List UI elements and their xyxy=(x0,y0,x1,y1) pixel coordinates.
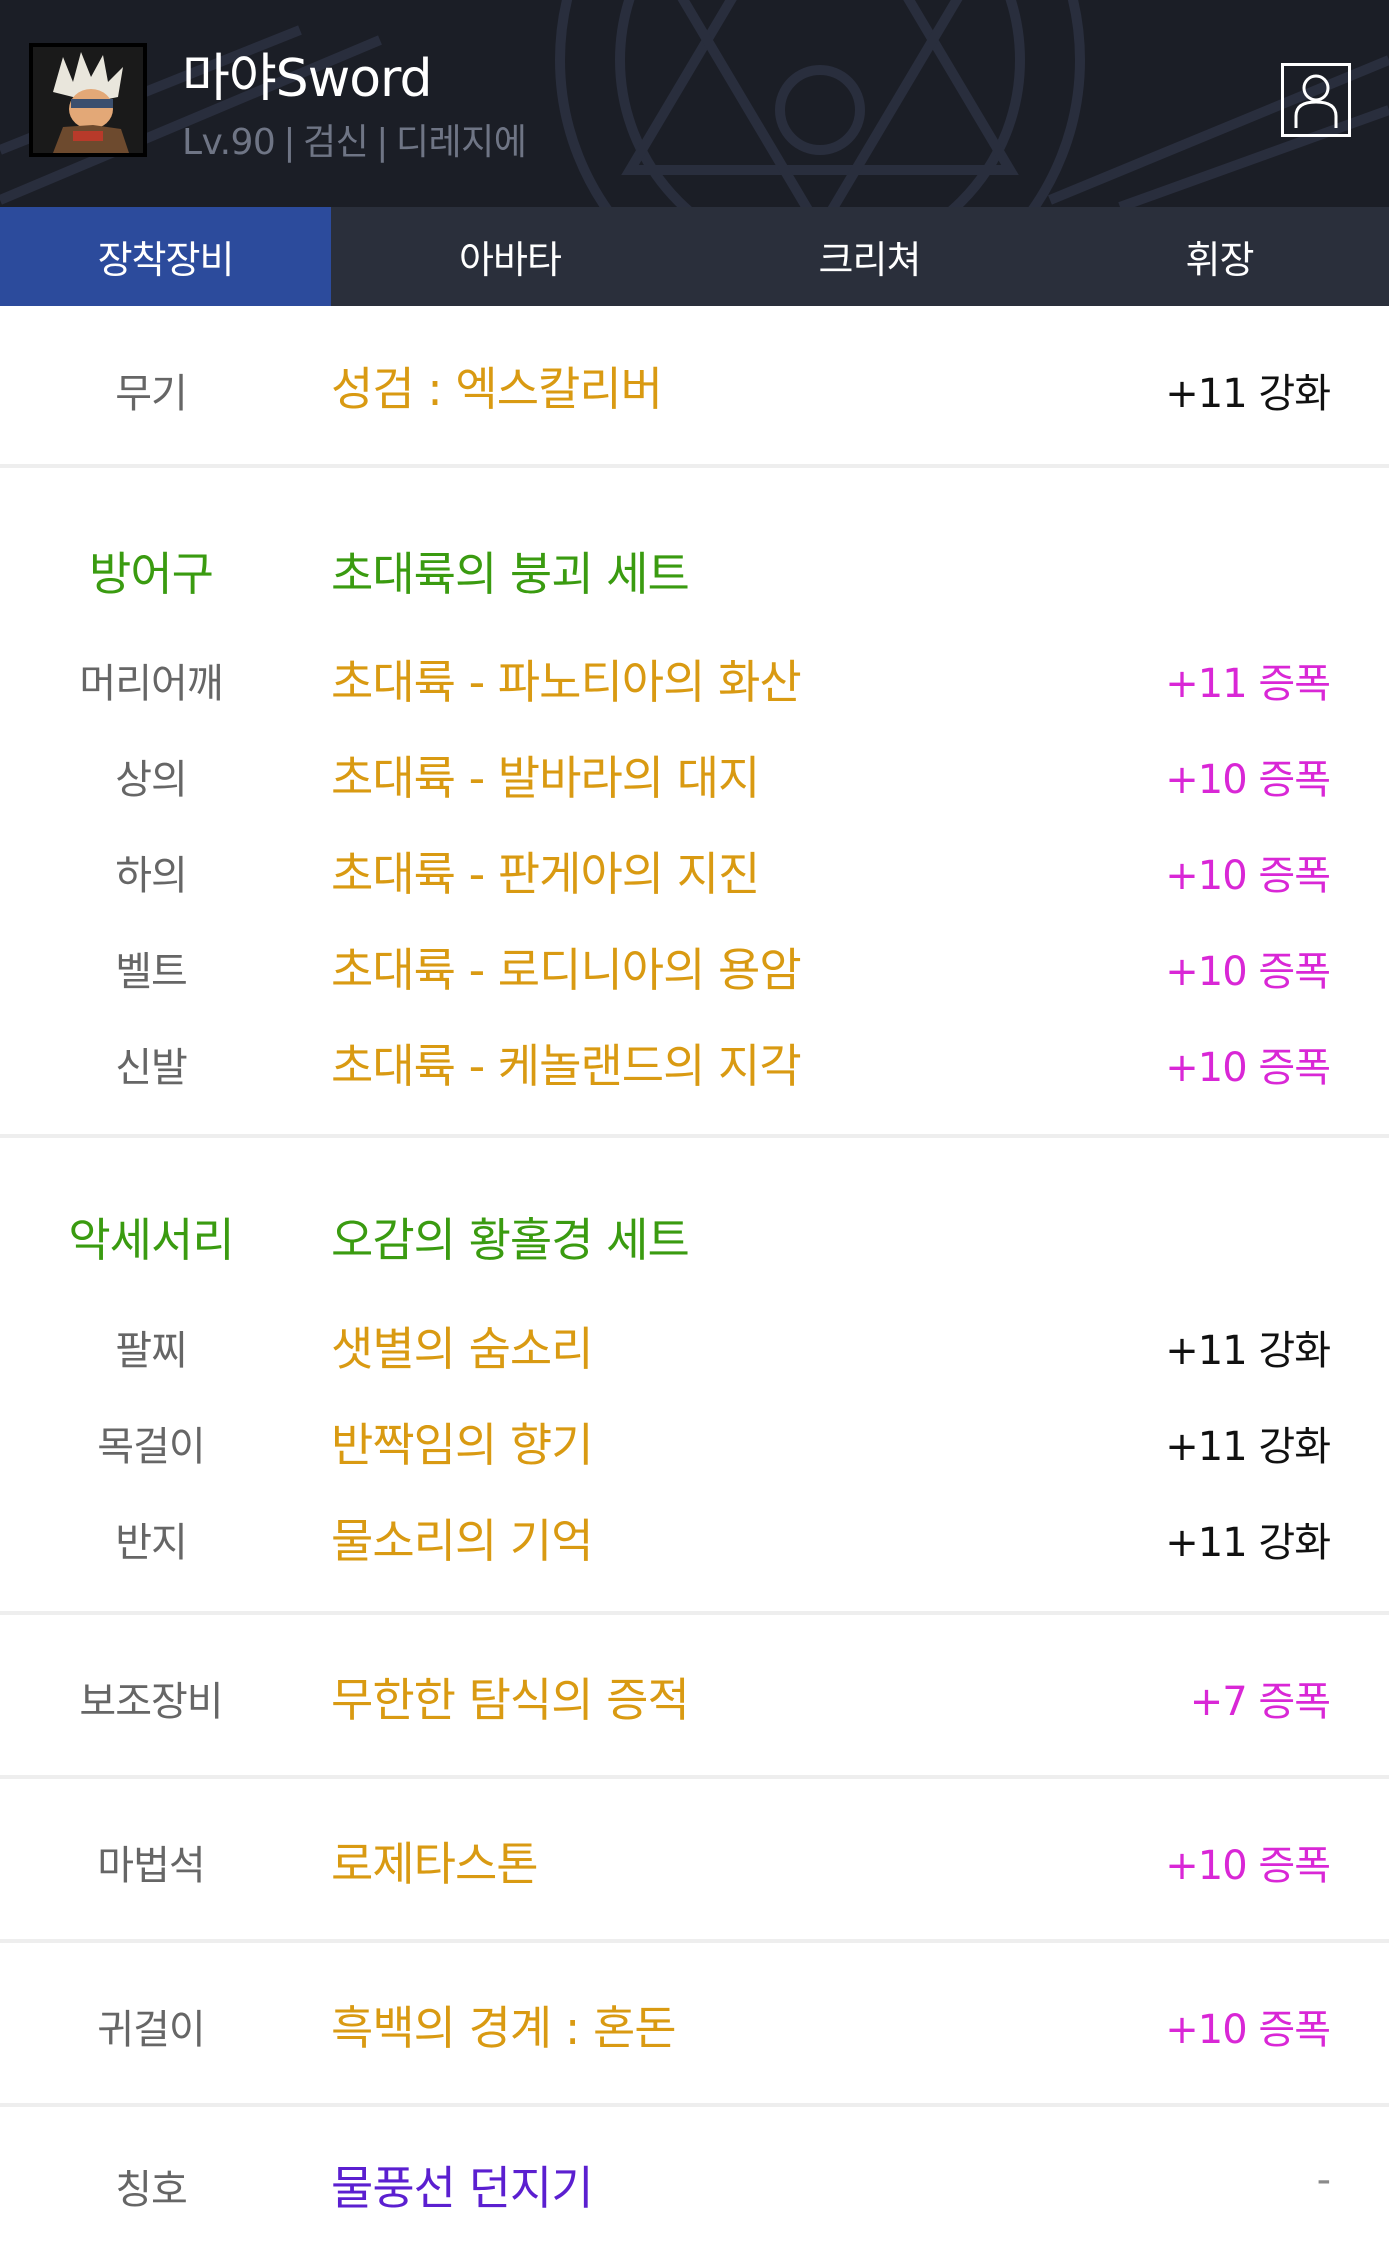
earring-section: 귀걸이 흑백의 경계 : 혼돈 +10 증폭 xyxy=(0,1943,1389,2107)
slot-label: 벨트 xyxy=(115,949,188,995)
enhance-level: +10 증폭 xyxy=(1165,853,1331,899)
item-name: 흑백의 경계 : 혼돈 xyxy=(331,2001,677,2055)
profile-button[interactable] xyxy=(1281,63,1351,137)
set-name: 오감의 황홀경 세트 xyxy=(331,1213,690,1267)
enhance-level: +11 강화 xyxy=(1165,371,1331,417)
character-job: 검신 xyxy=(302,122,369,163)
set-name: 초대륙의 붕괴 세트 xyxy=(331,547,690,601)
equipment-row[interactable]: 팔찌 샛별의 숨소리 +11 강화 xyxy=(0,1298,1389,1394)
enhance-level: +10 증폭 xyxy=(1165,2007,1331,2053)
slot-label: 상의 xyxy=(115,757,188,803)
slot-label: 보조장비 xyxy=(79,1679,223,1725)
item-name: 초대륙 - 판게아의 지진 xyxy=(331,847,760,901)
equipment-row[interactable]: 칭호 물풍선 던지기 - xyxy=(0,2137,1389,2233)
enhance-level: +11 강화 xyxy=(1165,1520,1331,1566)
set-header-row: 악세서리 오감의 황홀경 세트 xyxy=(0,1190,1389,1286)
character-meta: Lv.90 | 검신 | 디레지에 xyxy=(182,113,527,165)
equipment-row[interactable]: 귀걸이 흑백의 경계 : 혼돈 +10 증폭 xyxy=(0,1977,1389,2073)
enhance-level: +10 증폭 xyxy=(1165,1045,1331,1091)
set-header-row: 방어구 초대륙의 붕괴 세트 xyxy=(0,524,1389,620)
equipment-row[interactable]: 머리어깨 초대륙 - 파노티아의 화산 +11 증폭 xyxy=(0,631,1389,727)
enhance-level: +7 증폭 xyxy=(1189,1679,1331,1725)
slot-label: 칭호 xyxy=(115,2167,188,2213)
item-name: 물풍선 던지기 xyxy=(331,2161,594,2215)
category-label: 악세서리 xyxy=(68,1213,234,1267)
person-outline-icon xyxy=(1294,74,1338,128)
equipment-row[interactable]: 목걸이 반짝임의 향기 +11 강화 xyxy=(0,1394,1389,1490)
sub-equipment-section: 보조장비 무한한 탐식의 증적 +7 증폭 xyxy=(0,1615,1389,1779)
equipment-row[interactable]: 무기 성검 : 엑스칼리버 +11 강화 xyxy=(0,339,1389,435)
character-server: 디레지에 xyxy=(395,122,527,163)
character-portrait-image xyxy=(33,47,143,153)
equipment-row[interactable]: 벨트 초대륙 - 로디니아의 용암 +10 증폭 xyxy=(0,919,1389,1015)
tab-creature[interactable]: 크리쳐 xyxy=(689,207,1050,306)
character-level: Lv.90 xyxy=(182,122,276,163)
title-section: 칭호 물풍선 던지기 - xyxy=(0,2107,1389,2247)
equipment-row[interactable]: 신발 초대륙 - 케놀랜드의 지각 +10 증폭 xyxy=(0,1015,1389,1111)
accessory-section: 악세서리 오감의 황홀경 세트 팔찌 샛별의 숨소리 +11 강화 목걸이 반짝… xyxy=(0,1138,1389,1615)
slot-label: 무기 xyxy=(115,371,188,417)
item-name: 반짝임의 향기 xyxy=(331,1418,594,1472)
slot-label: 귀걸이 xyxy=(97,2007,205,2053)
armor-section: 방어구 초대륙의 붕괴 세트 머리어깨 초대륙 - 파노티아의 화산 +11 증… xyxy=(0,468,1389,1138)
equipment-row[interactable]: 하의 초대륙 - 판게아의 지진 +10 증폭 xyxy=(0,823,1389,919)
item-name: 샛별의 숨소리 xyxy=(331,1322,594,1376)
enhance-level: - xyxy=(1316,2157,1331,2203)
profile-header: 마야Sword Lv.90 | 검신 | 디레지에 xyxy=(0,0,1389,207)
slot-label: 목걸이 xyxy=(97,1424,205,1470)
item-name: 초대륙 - 케놀랜드의 지각 xyxy=(331,1039,802,1093)
meta-separator: | xyxy=(283,122,295,163)
character-avatar[interactable] xyxy=(29,43,147,157)
slot-label: 마법석 xyxy=(97,1843,205,1889)
item-name: 물소리의 기억 xyxy=(331,1514,594,1568)
equipment-row[interactable]: 상의 초대륙 - 발바라의 대지 +10 증폭 xyxy=(0,727,1389,823)
weapon-section: 무기 성검 : 엑스칼리버 +11 강화 xyxy=(0,306,1389,468)
enhance-level: +10 증폭 xyxy=(1165,1843,1331,1889)
tab-emblem[interactable]: 휘장 xyxy=(1050,207,1389,306)
item-name: 성검 : 엑스칼리버 xyxy=(331,362,663,416)
enhance-level: +10 증폭 xyxy=(1165,949,1331,995)
tab-equipment[interactable]: 장착장비 xyxy=(0,207,331,306)
category-label: 방어구 xyxy=(89,547,214,601)
slot-label: 팔찌 xyxy=(115,1328,188,1374)
slot-label: 반지 xyxy=(115,1520,188,1566)
item-name: 초대륙 - 발바라의 대지 xyxy=(331,751,760,805)
equipment-row[interactable]: 마법석 로제타스톤 +10 증폭 xyxy=(0,1813,1389,1909)
item-name: 초대륙 - 로디니아의 용암 xyxy=(331,943,802,997)
item-name: 초대륙 - 파노티아의 화산 xyxy=(331,655,802,709)
item-name: 로제타스톤 xyxy=(331,1837,539,1891)
slot-label: 하의 xyxy=(115,853,188,899)
equipment-row[interactable]: 보조장비 무한한 탐식의 증적 +7 증폭 xyxy=(0,1649,1389,1745)
tab-avatar[interactable]: 아바타 xyxy=(331,207,689,306)
character-name: 마야Sword xyxy=(182,49,433,109)
slot-label: 신발 xyxy=(115,1045,188,1091)
slot-label: 머리어깨 xyxy=(79,661,223,707)
magic-stone-section: 마법석 로제타스톤 +10 증폭 xyxy=(0,1779,1389,1943)
equipment-tabs: 장착장비 아바타 크리쳐 휘장 xyxy=(0,207,1389,306)
enhance-level: +11 강화 xyxy=(1165,1424,1331,1470)
meta-separator: | xyxy=(376,122,388,163)
enhance-level: +11 강화 xyxy=(1165,1328,1331,1374)
enhance-level: +10 증폭 xyxy=(1165,757,1331,803)
enhance-level: +11 증폭 xyxy=(1165,661,1331,707)
item-name: 무한한 탐식의 증적 xyxy=(331,1673,690,1727)
equipment-row[interactable]: 반지 물소리의 기억 +11 강화 xyxy=(0,1490,1389,1586)
